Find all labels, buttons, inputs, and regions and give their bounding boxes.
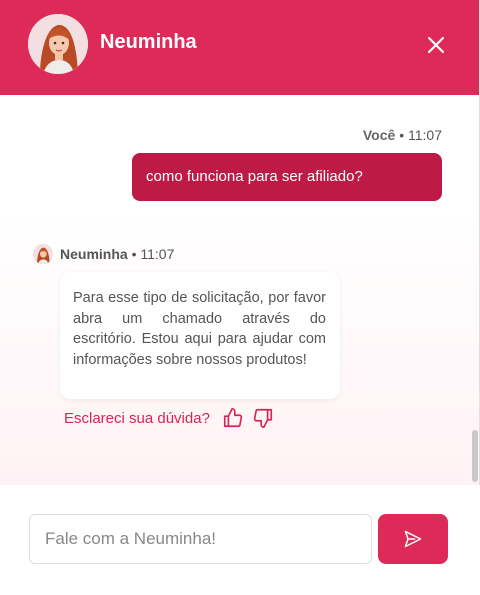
- user-message-time: 11:07: [408, 127, 442, 143]
- meta-separator: •: [131, 246, 137, 262]
- user-message-bubble: como funciona para ser afiliado?: [132, 153, 442, 201]
- chat-widget: Neuminha Você • 11:07 como funciona para…: [0, 0, 480, 595]
- bot-message-time: 11:07: [140, 246, 175, 262]
- user-sender: Você: [362, 127, 396, 143]
- chat-title: Neuminha: [100, 31, 197, 53]
- close-icon[interactable]: [425, 34, 447, 56]
- message-input[interactable]: [29, 514, 372, 564]
- bot-message-meta: Neuminha • 11:07: [60, 246, 174, 262]
- woman-avatar-icon: [28, 14, 88, 74]
- bot-message-bubble: Para esse tipo de solicitação, por favor…: [60, 272, 340, 399]
- scrollbar-thumb[interactable]: [472, 430, 478, 482]
- previous-feedback-icons: [222, 95, 270, 99]
- feedback-prompt: Esclareci sua dúvida?: [64, 410, 210, 427]
- thumbs-up-icon[interactable]: [222, 407, 244, 429]
- chat-header: Neuminha: [0, 0, 480, 95]
- meta-separator: •: [399, 127, 405, 143]
- send-button[interactable]: [378, 514, 448, 564]
- send-icon: [404, 530, 422, 548]
- bot-sender: Neuminha: [60, 246, 128, 262]
- bot-avatar-icon: [33, 244, 53, 264]
- user-message-meta: Você • 11:07: [363, 127, 442, 143]
- thumbs-down-icon[interactable]: [252, 407, 274, 429]
